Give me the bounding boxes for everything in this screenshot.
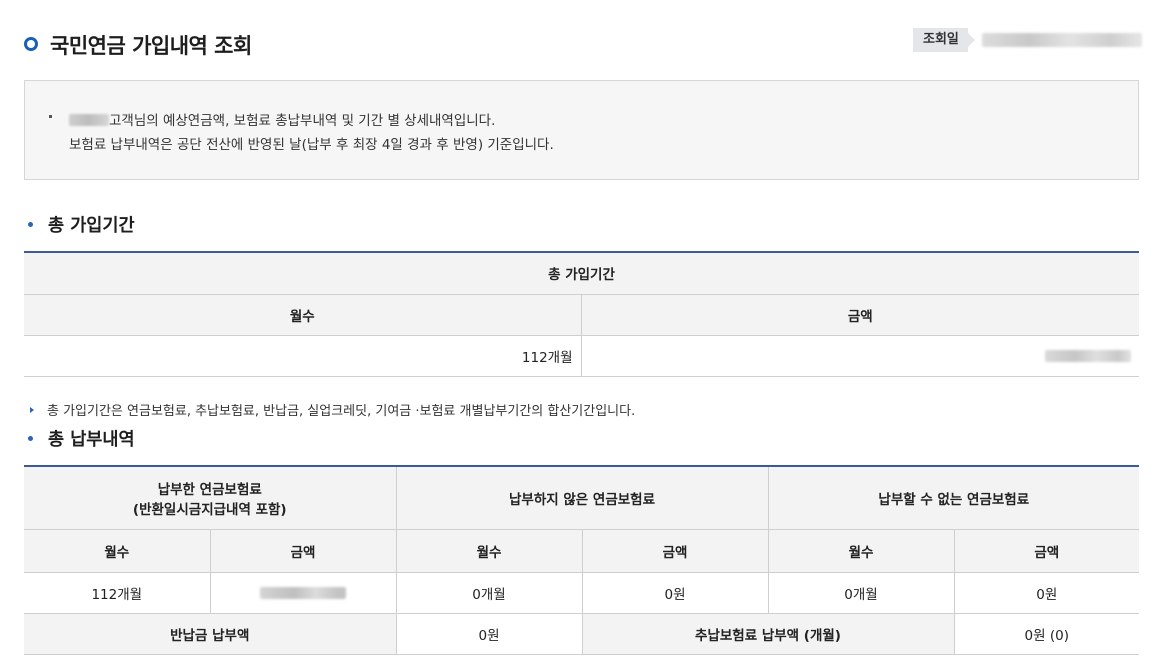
col-header-unpayable-months: 월수 (767, 529, 955, 573)
unpaid-months-value: 0개월 (395, 572, 583, 614)
date-value-redacted (982, 33, 1142, 47)
ring-bullet-icon (24, 37, 38, 51)
total-period-table: 총 가입기간 월수 금액 112개월 (24, 251, 1139, 377)
col-header-paid-amount: 금액 (209, 529, 397, 573)
group-header-paid: 납부한 연금보험료 (반환일시금지급내역 포함) (24, 466, 397, 530)
group-header-paid-line-1: 납부한 연금보험료 (157, 481, 262, 498)
dot-bullet-icon (28, 436, 33, 441)
group-header-unpaid: 납부하지 않은 연금보험료 (395, 466, 769, 530)
col-header-paid-months: 월수 (24, 529, 210, 573)
section-title-payment-text: 총 납부내역 (48, 430, 135, 450)
section-title-total-period-text: 총 가입기간 (48, 216, 135, 236)
unpaid-amount-value: 0원 (581, 572, 769, 614)
table-row: 반납금 납부액 0원 추납보험료 납부액 (개월) 0원 (0) (24, 613, 1140, 655)
total-period-note-text: 총 가입기간은 연금보험료, 추납보험료, 반납금, 실업크레딧, 기여금 ·보… (47, 404, 636, 419)
unpayable-months-value: 0개월 (767, 572, 955, 614)
unpayable-amount-value: 0원 (953, 572, 1140, 614)
table-row: 112개월 (24, 335, 1139, 377)
section-title-total-period: 총 가입기간 (28, 212, 135, 237)
notice-line-1-text: 고객님의 예상연금액, 보험료 총납부내역 및 기간 별 상세내역입니다. (109, 113, 496, 129)
paid-amount-redacted (260, 586, 346, 599)
total-period-note: 총 가입기간은 연금보험료, 추납보험료, 반납금, 실업크레딧, 기여금 ·보… (30, 400, 635, 419)
total-amount-cell (580, 335, 1139, 377)
col-header-unpaid-amount: 금액 (581, 529, 769, 573)
col-header-unpaid-months: 월수 (395, 529, 583, 573)
section-title-payment: 총 납부내역 (28, 426, 135, 451)
total-period-table-title: 총 가입기간 (24, 252, 1139, 295)
refund-value: 0원 (395, 613, 583, 655)
notice-line-1: 고객님의 예상연금액, 보험료 총납부내역 및 기간 별 상세내역입니다. (69, 109, 495, 129)
supplementary-value: 0원 (0) (953, 613, 1140, 655)
total-amount-redacted (1045, 349, 1131, 362)
col-header-months: 월수 (24, 294, 581, 336)
page-title: 국민연금 가입내역 조회 (50, 34, 252, 58)
date-label-tag: 조회일 (913, 28, 975, 52)
paid-months-value: 112개월 (24, 572, 210, 614)
table-row: 112개월 0개월 0원 0개월 0원 (24, 572, 1140, 614)
paid-amount-cell (209, 572, 397, 614)
col-header-amount: 금액 (580, 294, 1139, 336)
group-header-paid-line-2: (반환일시금지급내역 포함) (132, 501, 287, 518)
refund-label: 반납금 납부액 (24, 613, 397, 655)
payment-table: 납부한 연금보험료 (반환일시금지급내역 포함) 납부하지 않은 연금보험료 납… (24, 465, 1140, 655)
customer-name-redacted (69, 114, 109, 126)
total-months-value: 112개월 (24, 335, 581, 377)
notice-box: 고객님의 예상연금액, 보험료 총납부내역 및 기간 별 상세내역입니다. 보험… (24, 80, 1139, 180)
col-header-unpayable-amount: 금액 (953, 529, 1140, 573)
triangle-bullet-icon (30, 407, 34, 413)
notice-line-2: 보험료 납부내역은 공단 전산에 반영된 날(납부 후 최장 4일 경과 후 반… (69, 137, 554, 153)
page-header: 국민연금 가입내역 조회 조회일 (24, 28, 1142, 60)
square-bullet-icon (49, 115, 52, 118)
dot-bullet-icon (28, 222, 33, 227)
group-header-unpayable: 납부할 수 없는 연금보험료 (767, 466, 1140, 530)
supplementary-label: 추납보험료 납부액 (개월) (581, 613, 955, 655)
